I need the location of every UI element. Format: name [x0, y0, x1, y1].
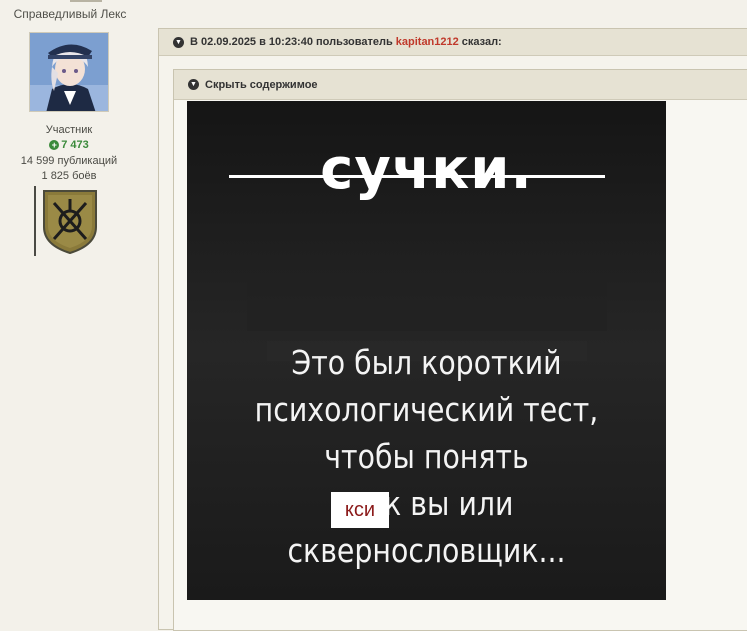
- author-name[interactable]: Справедливый Лекс: [0, 7, 140, 21]
- chevron-down-icon[interactable]: ▼: [173, 36, 184, 48]
- meme-line: сквернословщик...: [287, 531, 566, 570]
- badge-divider: [34, 186, 36, 256]
- meme-line: психологический тест,: [254, 390, 599, 429]
- quote-suffix: сказал:: [461, 36, 502, 48]
- reputation-value: 7 473: [61, 139, 89, 151]
- reputation-count: +7 473: [0, 139, 138, 151]
- meme-line: Это был короткий: [291, 343, 562, 382]
- plus-icon: +: [49, 140, 60, 151]
- quote-prefix: В 02.09.2025 в 10:23:40 пользователь: [190, 36, 393, 48]
- spoiler-label: Скрыть содержимое: [205, 78, 318, 91]
- author-role: Участник: [45, 124, 93, 136]
- meme-text: Это был короткий психологический тест, ч…: [221, 339, 633, 574]
- meme-line: ле к вы или: [339, 484, 514, 523]
- meme-line: чтобы понять: [324, 437, 529, 476]
- quote-username-link[interactable]: kapitan1212: [396, 36, 459, 48]
- avatar[interactable]: [29, 32, 109, 112]
- clan-badge-icon: [42, 189, 98, 255]
- text-overlay: кси: [331, 492, 389, 528]
- battle-count: 1 825 боёв: [41, 170, 97, 182]
- top-divider: [70, 0, 102, 2]
- strike-line: [229, 175, 605, 178]
- spoiler-toggle[interactable]: ▼ Скрыть содержимое: [174, 70, 747, 100]
- post-count: 14 599 публикаций: [20, 155, 118, 167]
- meme-title: сучки.: [320, 137, 533, 202]
- meme-image[interactable]: сучки. Это был короткий психологический …: [187, 101, 666, 600]
- quote-header[interactable]: ▼ В 02.09.2025 в 10:23:40 пользователь k…: [159, 29, 747, 56]
- chevron-down-icon[interactable]: ▼: [188, 79, 199, 90]
